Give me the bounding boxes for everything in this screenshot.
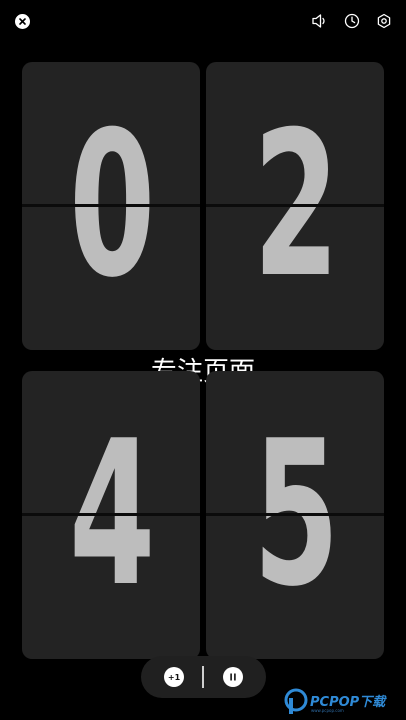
watermark-subtext: www.pcpop.com [311,708,344,713]
flip-card-hour-tens: 0 [22,62,200,350]
pcpop-logo-icon [284,688,308,714]
pause-icon [230,673,236,681]
sound-button[interactable] [311,12,329,30]
flip-card-minute-tens: 4 [22,371,200,659]
card-split-line [206,513,384,516]
close-icon [19,18,26,25]
flip-card-minute-ones: 5 [206,371,384,659]
control-divider [202,666,204,688]
card-split-line [22,513,200,516]
settings-icon [377,13,391,29]
clock-icon [344,13,360,29]
add-one-button[interactable]: +1 [164,667,184,687]
pause-button[interactable] [223,667,243,687]
card-split-line [22,204,200,207]
speaker-icon [312,14,325,28]
settings-button[interactable] [375,12,393,30]
timer-button[interactable] [343,12,361,30]
control-bar: +1 [141,656,266,698]
card-split-line [206,204,384,207]
close-button[interactable] [15,14,30,29]
top-bar [0,0,406,44]
watermark: PCPOP下载 www.pcpop.com [280,684,406,720]
flip-card-hour-ones: 2 [206,62,384,350]
